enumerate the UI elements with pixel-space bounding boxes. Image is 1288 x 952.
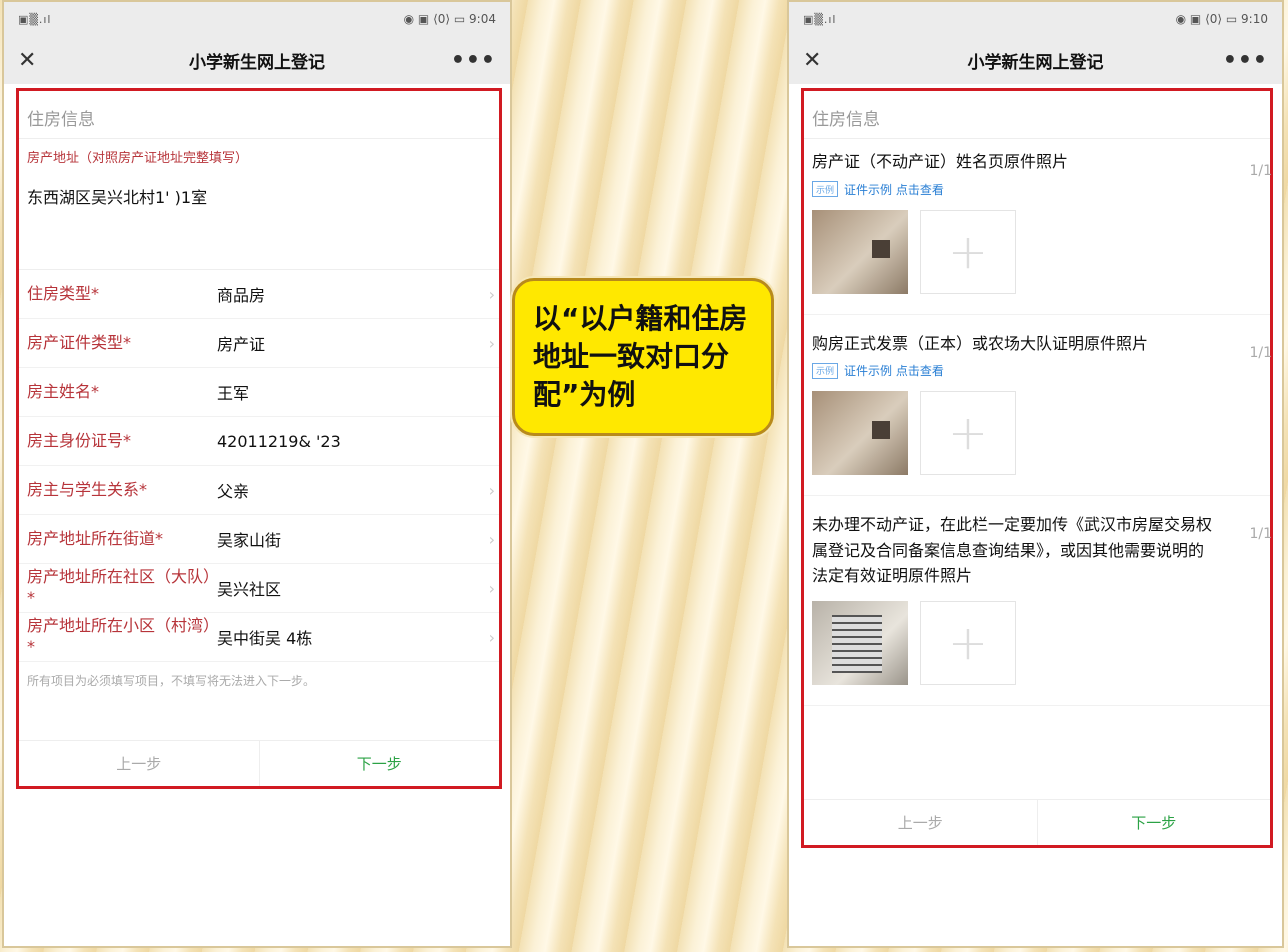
upload-item-other-proof: 未办理不动产证，在此栏一定要加传《武汉市房屋交易权属登记及合同备案信息查询结果》… xyxy=(804,502,1272,593)
uploaded-photo[interactable] xyxy=(812,209,908,294)
upload-title: 购房正式发票（正本）或农场大队证明原件照片 xyxy=(812,333,1149,353)
field-label: 房产地址所在社区（大队）* xyxy=(27,567,212,607)
prev-step-button[interactable]: 上一步 xyxy=(804,800,1038,845)
field-community[interactable]: 房产地址所在社区（大队）* 吴兴社区 › xyxy=(19,564,499,613)
sample-icon: 示例 xyxy=(812,181,838,198)
status-info: ◉ ▣ ⟨0⟩ ▭ 9:10 xyxy=(1176,12,1268,26)
address-input[interactable]: 东西湖区吴兴北村1' )1室 xyxy=(19,174,499,270)
signal-icon: ▣▒.ıl xyxy=(18,12,52,26)
signal-icon: ▣▒.ıl xyxy=(803,12,837,26)
upload-item-certificate: 房产证（不动产证）姓名页原件照片 1/1 xyxy=(804,139,1272,179)
more-icon[interactable]: ••• xyxy=(1223,48,1268,73)
more-icon[interactable]: ••• xyxy=(451,48,496,73)
upload-title: 未办理不动产证，在此栏一定要加传《武汉市房屋交易权属登记及合同备案信息查询结果》… xyxy=(812,515,1213,586)
chevron-right-icon: › xyxy=(488,578,495,598)
sample-link[interactable]: 示例 证件示例 点击查看 xyxy=(804,179,1270,210)
status-bar: ▣▒.ıl ◉ ▣ ⟨0⟩ ▭ 9:10 xyxy=(789,2,1282,36)
next-step-button[interactable]: 下一步 xyxy=(260,741,500,786)
address-label: 房产地址（对照房产证地址完整填写） xyxy=(27,151,249,166)
chevron-right-icon: › xyxy=(488,284,495,304)
upload-count: 1/1 xyxy=(1249,344,1272,361)
field-value: 吴家山街 xyxy=(217,531,282,550)
sample-link[interactable]: 示例 证件示例 点击查看 xyxy=(804,360,1270,391)
close-icon[interactable]: ✕ xyxy=(18,48,36,73)
field-label: 房主与学生关系* xyxy=(27,479,148,499)
field-estate[interactable]: 房产地址所在小区（村湾）* 吴中街吴 4栋 › xyxy=(19,613,499,662)
field-housing-type[interactable]: 住房类型* 商品房 › xyxy=(19,270,499,319)
field-owner-name[interactable]: 房主姓名* 王军 xyxy=(19,368,499,417)
field-value: 王军 xyxy=(217,384,250,403)
chevron-right-icon: › xyxy=(488,529,495,549)
field-value: 吴中街吴 4栋 xyxy=(217,629,313,648)
close-icon[interactable]: ✕ xyxy=(803,48,821,73)
status-icons: ◉ ▣ ⟨0⟩ ▭ xyxy=(1175,12,1238,26)
field-label: 房主身份证号* xyxy=(27,430,132,450)
chevron-right-icon: › xyxy=(488,627,495,647)
page-title: 小学新生网上登记 xyxy=(967,52,1104,73)
field-street[interactable]: 房产地址所在街道* 吴家山街 › xyxy=(19,515,499,564)
section-title: 住房信息 xyxy=(19,91,499,139)
field-value: 房产证 xyxy=(217,335,266,354)
status-time: 9:04 xyxy=(469,12,496,26)
field-value: 父亲 xyxy=(217,482,250,501)
upload-title: 房产证（不动产证）姓名页原件照片 xyxy=(812,152,1069,171)
field-relation[interactable]: 房主与学生关系* 父亲 › xyxy=(19,466,499,515)
upload-thumbnails: + xyxy=(804,391,1270,497)
prev-step-button[interactable]: 上一步 xyxy=(19,741,260,786)
status-time: 9:10 xyxy=(1241,12,1268,26)
highlight-box: 住房信息 房产地址（对照房产证地址完整填写） 东西湖区吴兴北村1' )1室 住房… xyxy=(16,88,502,789)
uploaded-photo[interactable] xyxy=(812,391,908,476)
callout-bubble: 以“以户籍和住房地址一致对口分配”为例 xyxy=(512,278,774,436)
highlight-box: 住房信息 房产证（不动产证）姓名页原件照片 1/1 示例 证件示例 点击查看 +… xyxy=(801,88,1273,848)
sample-icon: 示例 xyxy=(812,362,838,379)
add-photo-button[interactable]: + xyxy=(920,209,1016,294)
right-phone-screen: ▣▒.ıl ◉ ▣ ⟨0⟩ ▭ 9:10 ✕ 小学新生网上登记 ••• 住房信息… xyxy=(787,0,1284,948)
field-certificate-type[interactable]: 房产证件类型* 房产证 › xyxy=(19,319,499,368)
field-label: 房产地址所在小区（村湾）* xyxy=(27,616,212,656)
next-step-button[interactable]: 下一步 xyxy=(1038,800,1271,845)
upload-thumbnails: + xyxy=(804,593,1270,706)
field-value: 商品房 xyxy=(217,286,266,305)
sample-label: 证件示例 点击查看 xyxy=(844,182,944,197)
status-bar: ▣▒.ıl ◉ ▣ ⟨0⟩ ▭ 9:04 xyxy=(4,2,510,36)
sample-label: 证件示例 点击查看 xyxy=(844,364,944,379)
required-note: 所有项目为必须填写项目，不填写将无法进入下一步。 xyxy=(27,674,316,688)
field-owner-id[interactable]: 房主身份证号* 42011219& '23 xyxy=(19,417,499,466)
step-buttons: 上一步 下一步 xyxy=(19,740,499,786)
field-label: 房产证件类型* xyxy=(27,332,132,352)
section-title: 住房信息 xyxy=(804,91,1270,139)
chevron-right-icon: › xyxy=(488,480,495,500)
field-value: 42011219& '23 xyxy=(217,431,341,451)
nav-bar: ✕ 小学新生网上登记 ••• xyxy=(4,36,510,84)
nav-bar: ✕ 小学新生网上登记 ••• xyxy=(789,36,1282,84)
page-title: 小学新生网上登记 xyxy=(189,52,325,73)
field-label: 住房类型* xyxy=(27,283,100,303)
left-phone-screen: ▣▒.ıl ◉ ▣ ⟨0⟩ ▭ 9:04 ✕ 小学新生网上登记 ••• 住房信息… xyxy=(2,0,512,948)
uploaded-photo[interactable] xyxy=(812,600,908,685)
chevron-right-icon: › xyxy=(488,333,495,353)
add-photo-button[interactable]: + xyxy=(920,600,1016,685)
field-label: 房产地址所在街道* xyxy=(27,528,164,548)
upload-thumbnails: + xyxy=(804,209,1270,315)
status-icons: ◉ ▣ ⟨0⟩ ▭ xyxy=(403,12,466,26)
upload-count: 1/1 xyxy=(1249,526,1272,543)
field-label: 房主姓名* xyxy=(27,381,100,401)
upload-item-invoice: 购房正式发票（正本）或农场大队证明原件照片 1/1 xyxy=(804,321,1272,361)
status-info: ◉ ▣ ⟨0⟩ ▭ 9:04 xyxy=(404,12,496,26)
field-value: 吴兴社区 xyxy=(217,580,282,599)
upload-count: 1/1 xyxy=(1249,163,1272,179)
add-photo-button[interactable]: + xyxy=(920,391,1016,476)
step-buttons: 上一步 下一步 xyxy=(804,799,1270,845)
